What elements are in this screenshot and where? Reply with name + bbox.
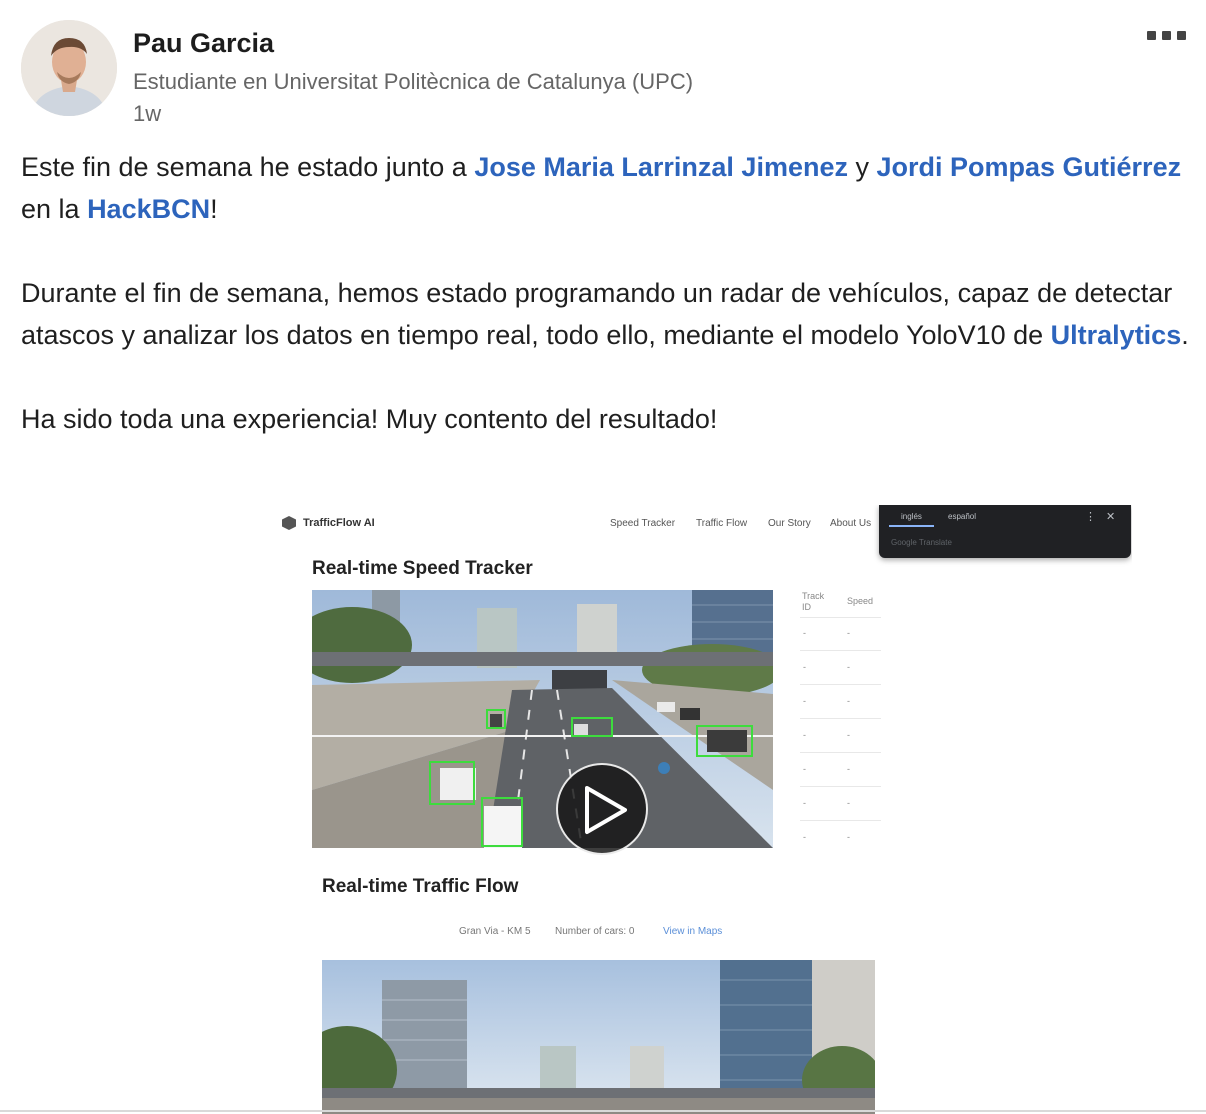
speed-tracker-frame [312,590,773,848]
post-paragraph-3: Ha sido toda una experiencia! Muy conten… [21,404,718,434]
table-cell: - [803,696,806,706]
translate-popup: inglés español ⋮ ✕ Google Translate [879,505,1131,558]
flow-location: Gran Via - KM 5 [459,926,531,937]
table-cell: - [803,662,806,672]
table-cell: - [803,730,806,740]
speed-tracker-heading: Real-time Speed Tracker [312,558,533,579]
trafficflow-logo-icon [282,516,296,530]
table-cell: - [847,730,850,740]
table-cell: - [803,798,806,808]
play-button[interactable] [556,763,648,855]
table-cell: - [803,628,806,638]
mention-jordi-pompas[interactable]: Jordi Pompas Gutiérrez [877,152,1182,182]
mention-hackbcn[interactable]: HackBCN [87,194,210,224]
play-icon [585,786,627,834]
video-app-logo: TrafficFlow AI [303,517,375,529]
table-cell: - [847,628,850,638]
table-cell: - [803,764,806,774]
author-headline: Estudiante en Universitat Politècnica de… [133,69,694,94]
divider [0,1110,1206,1112]
video-nav-traffic-flow: Traffic Flow [696,518,748,529]
kebab-icon: ⋮ [1085,511,1096,523]
table-cell: - [847,832,850,842]
video-nav-our-story: Our Story [768,518,811,529]
table-header-track-id: Track ID [802,591,825,612]
video-nav-speed-tracker: Speed Tracker [610,518,676,529]
post-text: Este fin de semana he estado junto a Jos… [21,146,1191,440]
table-cell: - [803,832,806,842]
mention-jose-maria[interactable]: Jose Maria Larrinzal Jimenez [474,152,848,182]
author-avatar[interactable] [21,20,117,116]
post-timestamp: 1w [133,101,162,126]
view-in-maps-link: View in Maps [663,926,723,937]
video-player[interactable]: TrafficFlow AI Speed Tracker Traffic Flo… [262,505,1132,1114]
traffic-flow-frame [322,960,875,1114]
table-cell: - [847,798,850,808]
video-nav-about-us: About Us [830,518,872,529]
traffic-flow-heading: Real-time Traffic Flow [322,876,519,897]
table-cell: - [847,662,850,672]
mention-ultralytics[interactable]: Ultralytics [1051,320,1182,350]
flow-car-count: Number of cars: 0 [555,926,635,937]
close-icon: ✕ [1106,511,1116,523]
post-header: Pau Garcia Estudiante en Universitat Pol… [0,0,1206,140]
table-header-speed: Speed [847,596,874,606]
author-name[interactable]: Pau Garcia [133,28,274,59]
table-cell: - [847,696,850,706]
translate-placeholder: Google Translate [891,538,952,547]
translate-tab-target: español [948,512,977,521]
ellipsis-icon [1147,31,1156,40]
translate-tab-source: inglés [901,512,922,521]
post-paragraph-2: Durante el fin de semana, hemos estado p… [21,278,1189,350]
post-paragraph-1: Este fin de semana he estado junto a Jos… [21,152,1182,224]
more-options-button[interactable] [1140,24,1192,46]
table-cell: - [847,764,850,774]
